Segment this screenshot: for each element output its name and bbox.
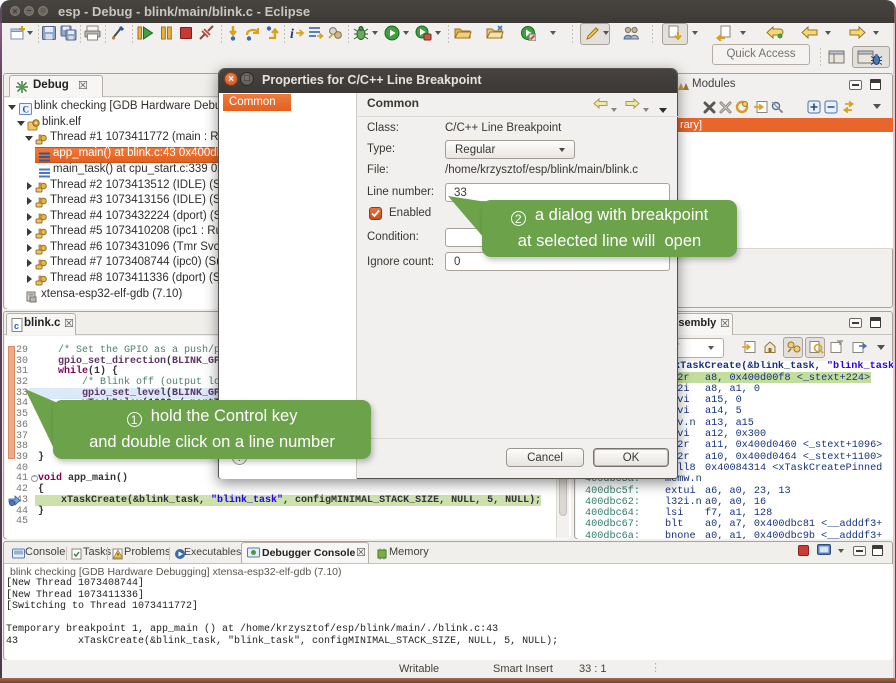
svg-text:C: C [23, 105, 30, 115]
svg-text:i: i [290, 27, 294, 41]
svg-text:c: c [14, 321, 19, 331]
